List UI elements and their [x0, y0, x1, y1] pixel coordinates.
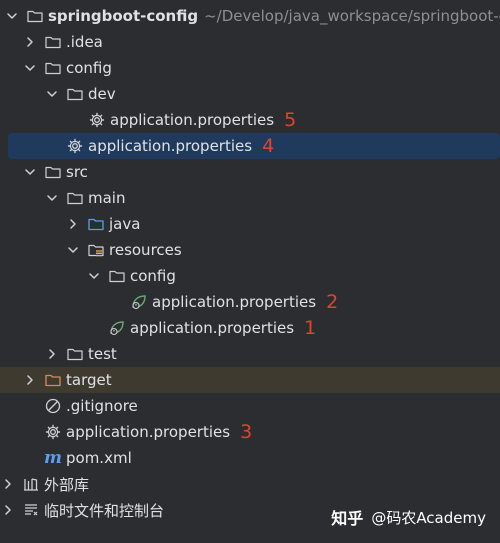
tree-item-label: test: [88, 345, 117, 363]
tree-row-main[interactable]: main: [0, 185, 500, 211]
chevron-down-icon[interactable]: [44, 86, 60, 102]
tree-row-external-libraries[interactable]: 外部库: [0, 471, 500, 497]
excluded-folder-icon: [44, 371, 62, 389]
maven-m-icon: m: [44, 448, 62, 468]
tree-row-root-properties[interactable]: application.properties 3: [0, 419, 500, 445]
tree-item-label: java: [109, 215, 141, 233]
chevron-down-icon[interactable]: [86, 268, 102, 284]
folder-icon: [66, 189, 84, 207]
tree-row-resources-config-properties[interactable]: application.properties 2: [0, 289, 500, 315]
project-path: ~/Develop/java_workspace/springboot-cor: [204, 7, 500, 25]
chevron-down-icon[interactable]: [44, 190, 60, 206]
folder-icon: [44, 59, 62, 77]
tree-row-src[interactable]: src: [0, 159, 500, 185]
tree-row-dev-properties[interactable]: application.properties 5: [0, 107, 500, 133]
folder-icon: [66, 345, 84, 363]
tree-row-java[interactable]: java: [0, 211, 500, 237]
tree-row-resources-properties[interactable]: application.properties 1: [0, 315, 500, 341]
annotation-number: 5: [284, 109, 297, 131]
annotation-number: 1: [304, 317, 317, 339]
tree-row-test[interactable]: test: [0, 341, 500, 367]
chevron-down-icon[interactable]: [65, 242, 81, 258]
project-tree: springboot-config ~/Develop/java_workspa…: [0, 0, 500, 543]
chevron-right-icon[interactable]: [0, 502, 16, 518]
folder-icon: [44, 163, 62, 181]
watermark-brand: 知乎: [331, 509, 364, 528]
tree-row-config-properties[interactable]: application.properties 4: [8, 133, 500, 159]
folder-icon: [108, 267, 126, 285]
tree-item-label: application.properties: [88, 137, 253, 155]
tree-item-label: config: [66, 59, 112, 77]
tree-item-label: 外部库: [44, 475, 90, 494]
library-icon: [22, 475, 40, 493]
watermark: 知乎 @码农Academy: [331, 505, 486, 529]
gear-icon: [66, 137, 84, 155]
spring-leaf-icon: [108, 319, 126, 337]
chevron-right-icon[interactable]: [65, 216, 81, 232]
gear-icon: [44, 423, 62, 441]
tree-row-resources-config[interactable]: config: [0, 263, 500, 289]
project-name: springboot-config: [48, 7, 199, 25]
tree-item-label: pom.xml: [66, 449, 132, 467]
tree-row-dev[interactable]: dev: [0, 81, 500, 107]
tree-row-resources[interactable]: resources: [0, 237, 500, 263]
folder-icon: [26, 7, 44, 25]
tree-item-label: 临时文件和控制台: [44, 501, 165, 520]
tree-item-label: .idea: [66, 33, 103, 51]
tree-item-label: application.properties: [110, 111, 275, 129]
tree-item-label: dev: [88, 85, 116, 103]
chevron-right-icon[interactable]: [22, 34, 38, 50]
annotation-number: 3: [240, 421, 253, 443]
spring-leaf-icon: [130, 293, 148, 311]
tree-item-label: application.properties: [66, 423, 231, 441]
annotation-number: 2: [326, 291, 339, 313]
tree-row-project-root[interactable]: springboot-config ~/Develop/java_workspa…: [0, 3, 500, 29]
tree-row-pom[interactable]: m pom.xml: [0, 445, 500, 471]
chevron-right-icon[interactable]: [44, 346, 60, 362]
chevron-down-icon[interactable]: [4, 8, 20, 24]
tree-item-label: main: [88, 189, 126, 207]
tree-item-label: application.properties: [152, 293, 317, 311]
source-folder-icon: [87, 215, 105, 233]
tree-row-gitignore[interactable]: .gitignore: [0, 393, 500, 419]
tree-item-label: application.properties: [130, 319, 295, 337]
tree-row-idea[interactable]: .idea: [0, 29, 500, 55]
annotation-number: 4: [262, 135, 275, 157]
tree-row-config[interactable]: config: [0, 55, 500, 81]
tree-row-target[interactable]: target: [0, 367, 500, 393]
tree-item-label: .gitignore: [66, 397, 138, 415]
tree-item-label: src: [66, 163, 88, 181]
gitignore-icon: [44, 397, 62, 415]
folder-icon: [44, 33, 62, 51]
watermark-author: @码农Academy: [371, 508, 486, 527]
gear-icon: [88, 111, 106, 129]
tree-item-label: resources: [109, 241, 182, 259]
chevron-right-icon[interactable]: [22, 372, 38, 388]
chevron-down-icon[interactable]: [22, 164, 38, 180]
tree-item-label: target: [66, 371, 112, 389]
folder-icon: [66, 85, 84, 103]
chevron-right-icon[interactable]: [0, 476, 16, 492]
chevron-down-icon[interactable]: [22, 60, 38, 76]
resources-folder-icon: [87, 241, 105, 259]
tree-item-label: config: [130, 267, 176, 285]
scratch-icon: [22, 501, 40, 519]
